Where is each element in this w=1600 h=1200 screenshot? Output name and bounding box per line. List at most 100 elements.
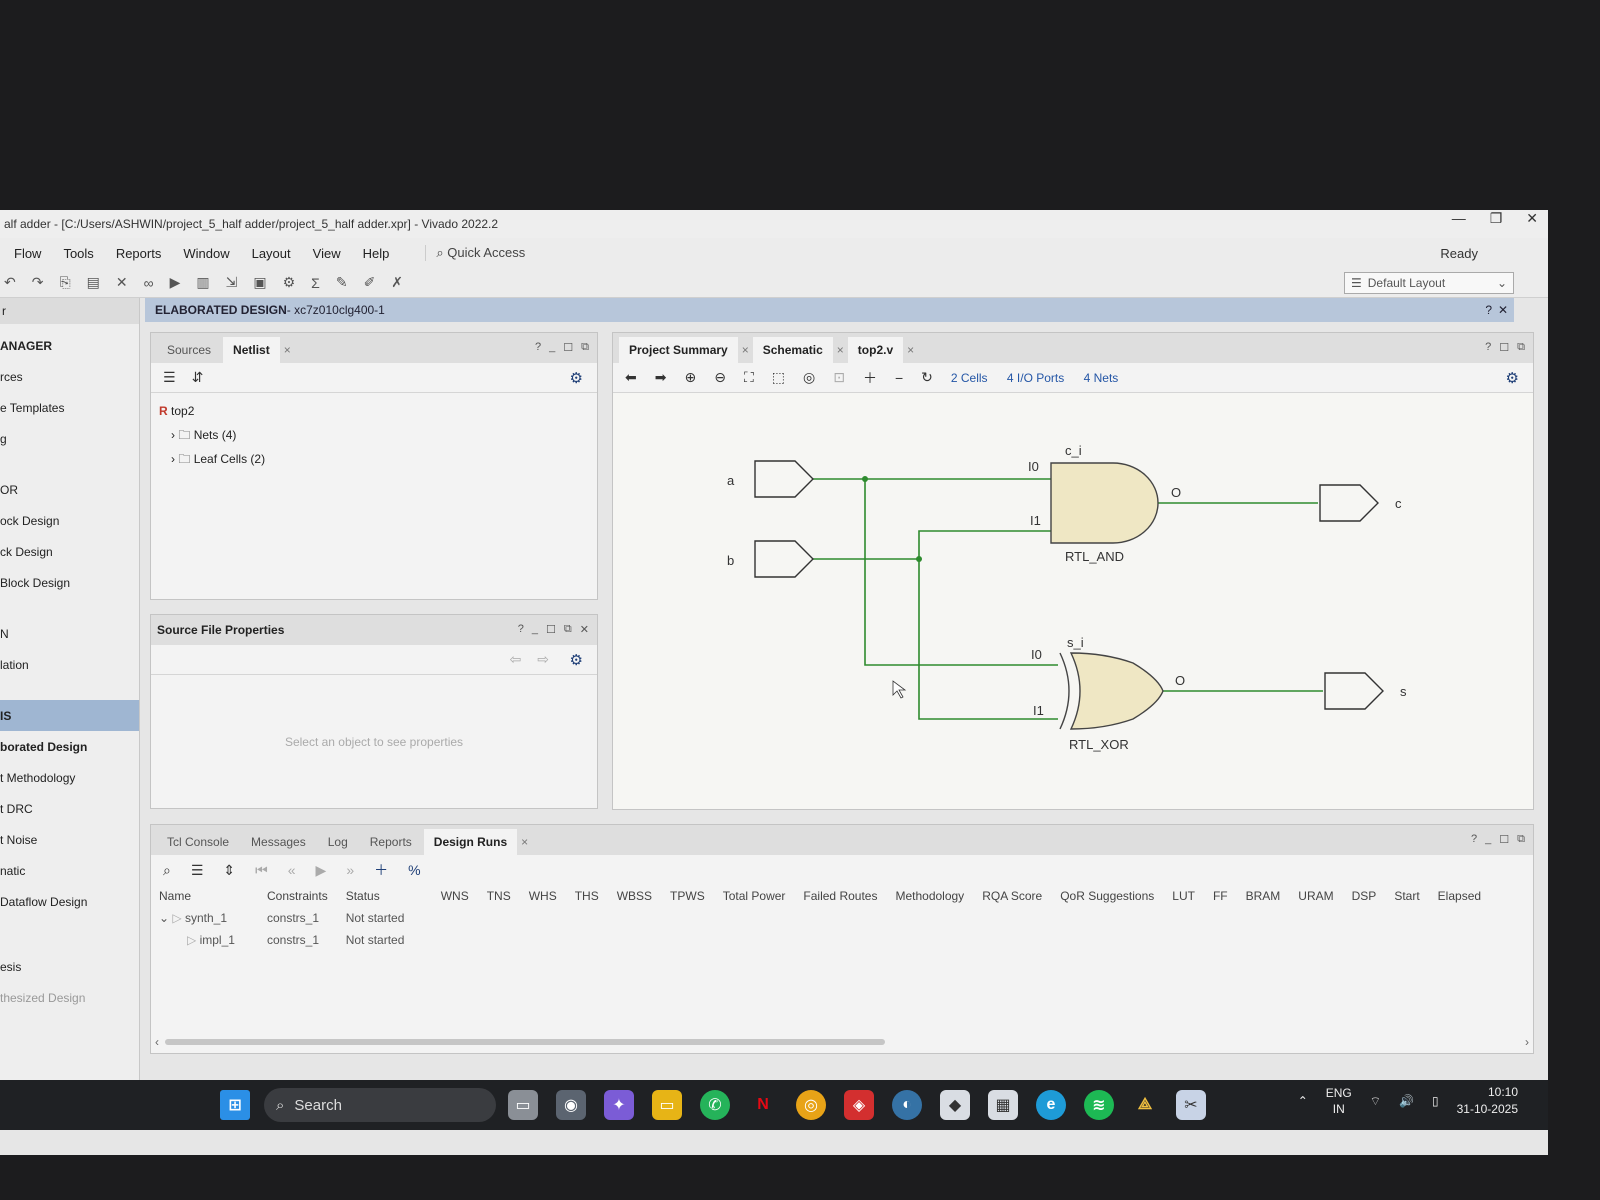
flow-item[interactable]: rces: [0, 361, 139, 392]
windows-start-icon[interactable]: ⊞: [220, 1090, 250, 1120]
report-icon[interactable]: ▣: [253, 274, 266, 291]
close-tab-icon[interactable]: ×: [905, 337, 916, 363]
minimize-icon[interactable]: _: [549, 341, 555, 354]
tab-messages[interactable]: Messages: [241, 829, 316, 855]
io-ports-count-link[interactable]: 4 I/O Ports: [1007, 371, 1064, 385]
paste-icon[interactable]: ▤: [87, 274, 100, 291]
export-icon[interactable]: ⇲: [226, 274, 238, 291]
menu-reports[interactable]: Reports: [116, 246, 162, 261]
maximize-icon[interactable]: ☐: [1499, 341, 1509, 354]
tab-reports[interactable]: Reports: [360, 829, 422, 855]
column-header[interactable]: QoR Suggestions: [1052, 885, 1164, 907]
column-header[interactable]: WNS: [433, 885, 479, 907]
redo-icon[interactable]: ↷: [32, 274, 44, 291]
column-header[interactable]: Elapsed: [1430, 885, 1491, 907]
sigma-icon[interactable]: Σ: [311, 275, 320, 291]
net-a-branch[interactable]: [864, 479, 1058, 666]
tree-row-leaf-cells[interactable]: › 🗀 Leaf Cells (2): [159, 447, 589, 471]
layout-select[interactable]: ☰ Default Layout ⌄: [1344, 272, 1514, 294]
float-icon[interactable]: ⧉: [581, 341, 589, 354]
float-icon[interactable]: ⧉: [1517, 833, 1525, 846]
tab-sources[interactable]: Sources: [157, 337, 221, 363]
settings-icon[interactable]: ⚙: [283, 274, 296, 291]
vivado-icon[interactable]: ⟁: [1130, 1090, 1160, 1120]
spotify-icon[interactable]: ≋: [1084, 1090, 1114, 1120]
chevron-up-icon[interactable]: ⌃: [1298, 1094, 1308, 1108]
expand-all-icon[interactable]: ⇕: [223, 862, 235, 879]
minimize-icon[interactable]: —: [1452, 210, 1466, 227]
close-tab-icon[interactable]: ×: [740, 337, 751, 363]
chrome-icon[interactable]: ◎: [796, 1090, 826, 1120]
tab-netlist[interactable]: Netlist: [223, 337, 280, 363]
flow-item[interactable]: ck Design: [0, 536, 139, 567]
minimize-icon[interactable]: _: [532, 623, 538, 636]
flow-item[interactable]: Block Design: [0, 567, 139, 598]
close-icon[interactable]: ✕: [1498, 303, 1508, 317]
schematic-canvas[interactable]: a b c s c_i I0 I1 O RTL_AND s_i I0 I1 O …: [613, 393, 1533, 809]
nets-count-link[interactable]: 4 Nets: [1084, 371, 1119, 385]
column-header[interactable]: Name: [151, 885, 259, 907]
output-port-c[interactable]: [1319, 484, 1379, 522]
maximize-icon[interactable]: ☐: [563, 341, 573, 354]
flow-item-elaborated-design[interactable]: borated Design: [0, 731, 139, 762]
menu-help[interactable]: Help: [363, 246, 390, 261]
column-header[interactable]: Start: [1386, 885, 1429, 907]
expand-icon[interactable]: ＋: [863, 368, 877, 388]
collapse-all-icon[interactable]: ☰: [191, 862, 204, 879]
copilot-icon[interactable]: ✦: [604, 1090, 634, 1120]
whatsapp-icon[interactable]: ✆: [700, 1090, 730, 1120]
flow-item[interactable]: t Noise: [0, 824, 139, 855]
tree-row-top[interactable]: R top2: [159, 399, 589, 423]
camera-icon[interactable]: ◉: [556, 1090, 586, 1120]
cells-count-link[interactable]: 2 Cells: [951, 371, 988, 385]
minimize-icon[interactable]: _: [1485, 833, 1491, 846]
float-icon[interactable]: ⧉: [564, 623, 572, 636]
net-b-to-and[interactable]: [918, 530, 1051, 559]
flow-item[interactable]: t Methodology: [0, 762, 139, 793]
input-port-b[interactable]: [754, 540, 814, 578]
pin-icon[interactable]: ✎: [336, 274, 348, 291]
scroll-left-icon[interactable]: ‹: [155, 1035, 159, 1049]
zoom-in-icon[interactable]: ⊕: [684, 369, 696, 386]
column-header[interactable]: URAM: [1290, 885, 1343, 907]
back-icon[interactable]: ⇦: [510, 651, 522, 668]
column-header[interactable]: FF: [1205, 885, 1238, 907]
zoom-fit-icon[interactable]: ⛶: [744, 369, 754, 386]
volume-icon[interactable]: 🔊: [1399, 1094, 1414, 1108]
collapse-icon[interactable]: −: [895, 370, 903, 386]
program-icon[interactable]: ▥: [196, 274, 209, 291]
tab-top2-v[interactable]: top2.v: [847, 337, 904, 363]
next-icon[interactable]: »: [346, 862, 354, 878]
tab-design-runs[interactable]: Design Runs: [423, 829, 518, 855]
tree-row-nets[interactable]: › 🗀 Nets (4): [159, 423, 589, 447]
close-icon[interactable]: ✕: [1526, 210, 1538, 227]
zoom-area-icon[interactable]: ⬚: [772, 369, 785, 386]
link-icon[interactable]: ∞: [144, 275, 154, 291]
add-run-icon[interactable]: ＋: [374, 860, 388, 880]
mcafee-icon[interactable]: ◈: [844, 1090, 874, 1120]
column-header[interactable]: WBSS: [609, 885, 662, 907]
gear-icon[interactable]: ⚙: [570, 369, 583, 387]
copy-icon[interactable]: ⎘: [59, 274, 70, 291]
column-header[interactable]: DSP: [1344, 885, 1387, 907]
flow-item[interactable]: ock Design: [0, 505, 139, 536]
percent-icon[interactable]: %: [408, 862, 420, 878]
file-explorer-icon[interactable]: ▭: [652, 1090, 682, 1120]
horizontal-scrollbar[interactable]: ‹ ›: [155, 1035, 1529, 1049]
column-header[interactable]: Failed Routes: [795, 885, 887, 907]
previous-icon[interactable]: «: [288, 862, 296, 878]
gear-icon[interactable]: ⚙: [570, 651, 583, 669]
run-icon[interactable]: ▶: [170, 274, 181, 291]
help-icon[interactable]: ?: [1485, 341, 1491, 354]
flow-item[interactable]: thesized Design: [0, 982, 139, 1013]
float-icon[interactable]: ⧉: [1517, 341, 1525, 354]
column-header[interactable]: LUT: [1164, 885, 1205, 907]
gear-icon[interactable]: ⚙: [1506, 369, 1519, 387]
expand-all-icon[interactable]: ⇵: [192, 369, 204, 386]
undo-icon[interactable]: ↶: [4, 274, 16, 291]
flow-item[interactable]: e Templates: [0, 392, 139, 423]
snipping-tool-icon[interactable]: ✂: [1176, 1090, 1206, 1120]
flow-section-rtl-analysis[interactable]: IS: [0, 700, 139, 731]
forward-icon[interactable]: ⇨: [537, 651, 549, 668]
chevron-down-icon[interactable]: ⌄: [159, 911, 169, 925]
